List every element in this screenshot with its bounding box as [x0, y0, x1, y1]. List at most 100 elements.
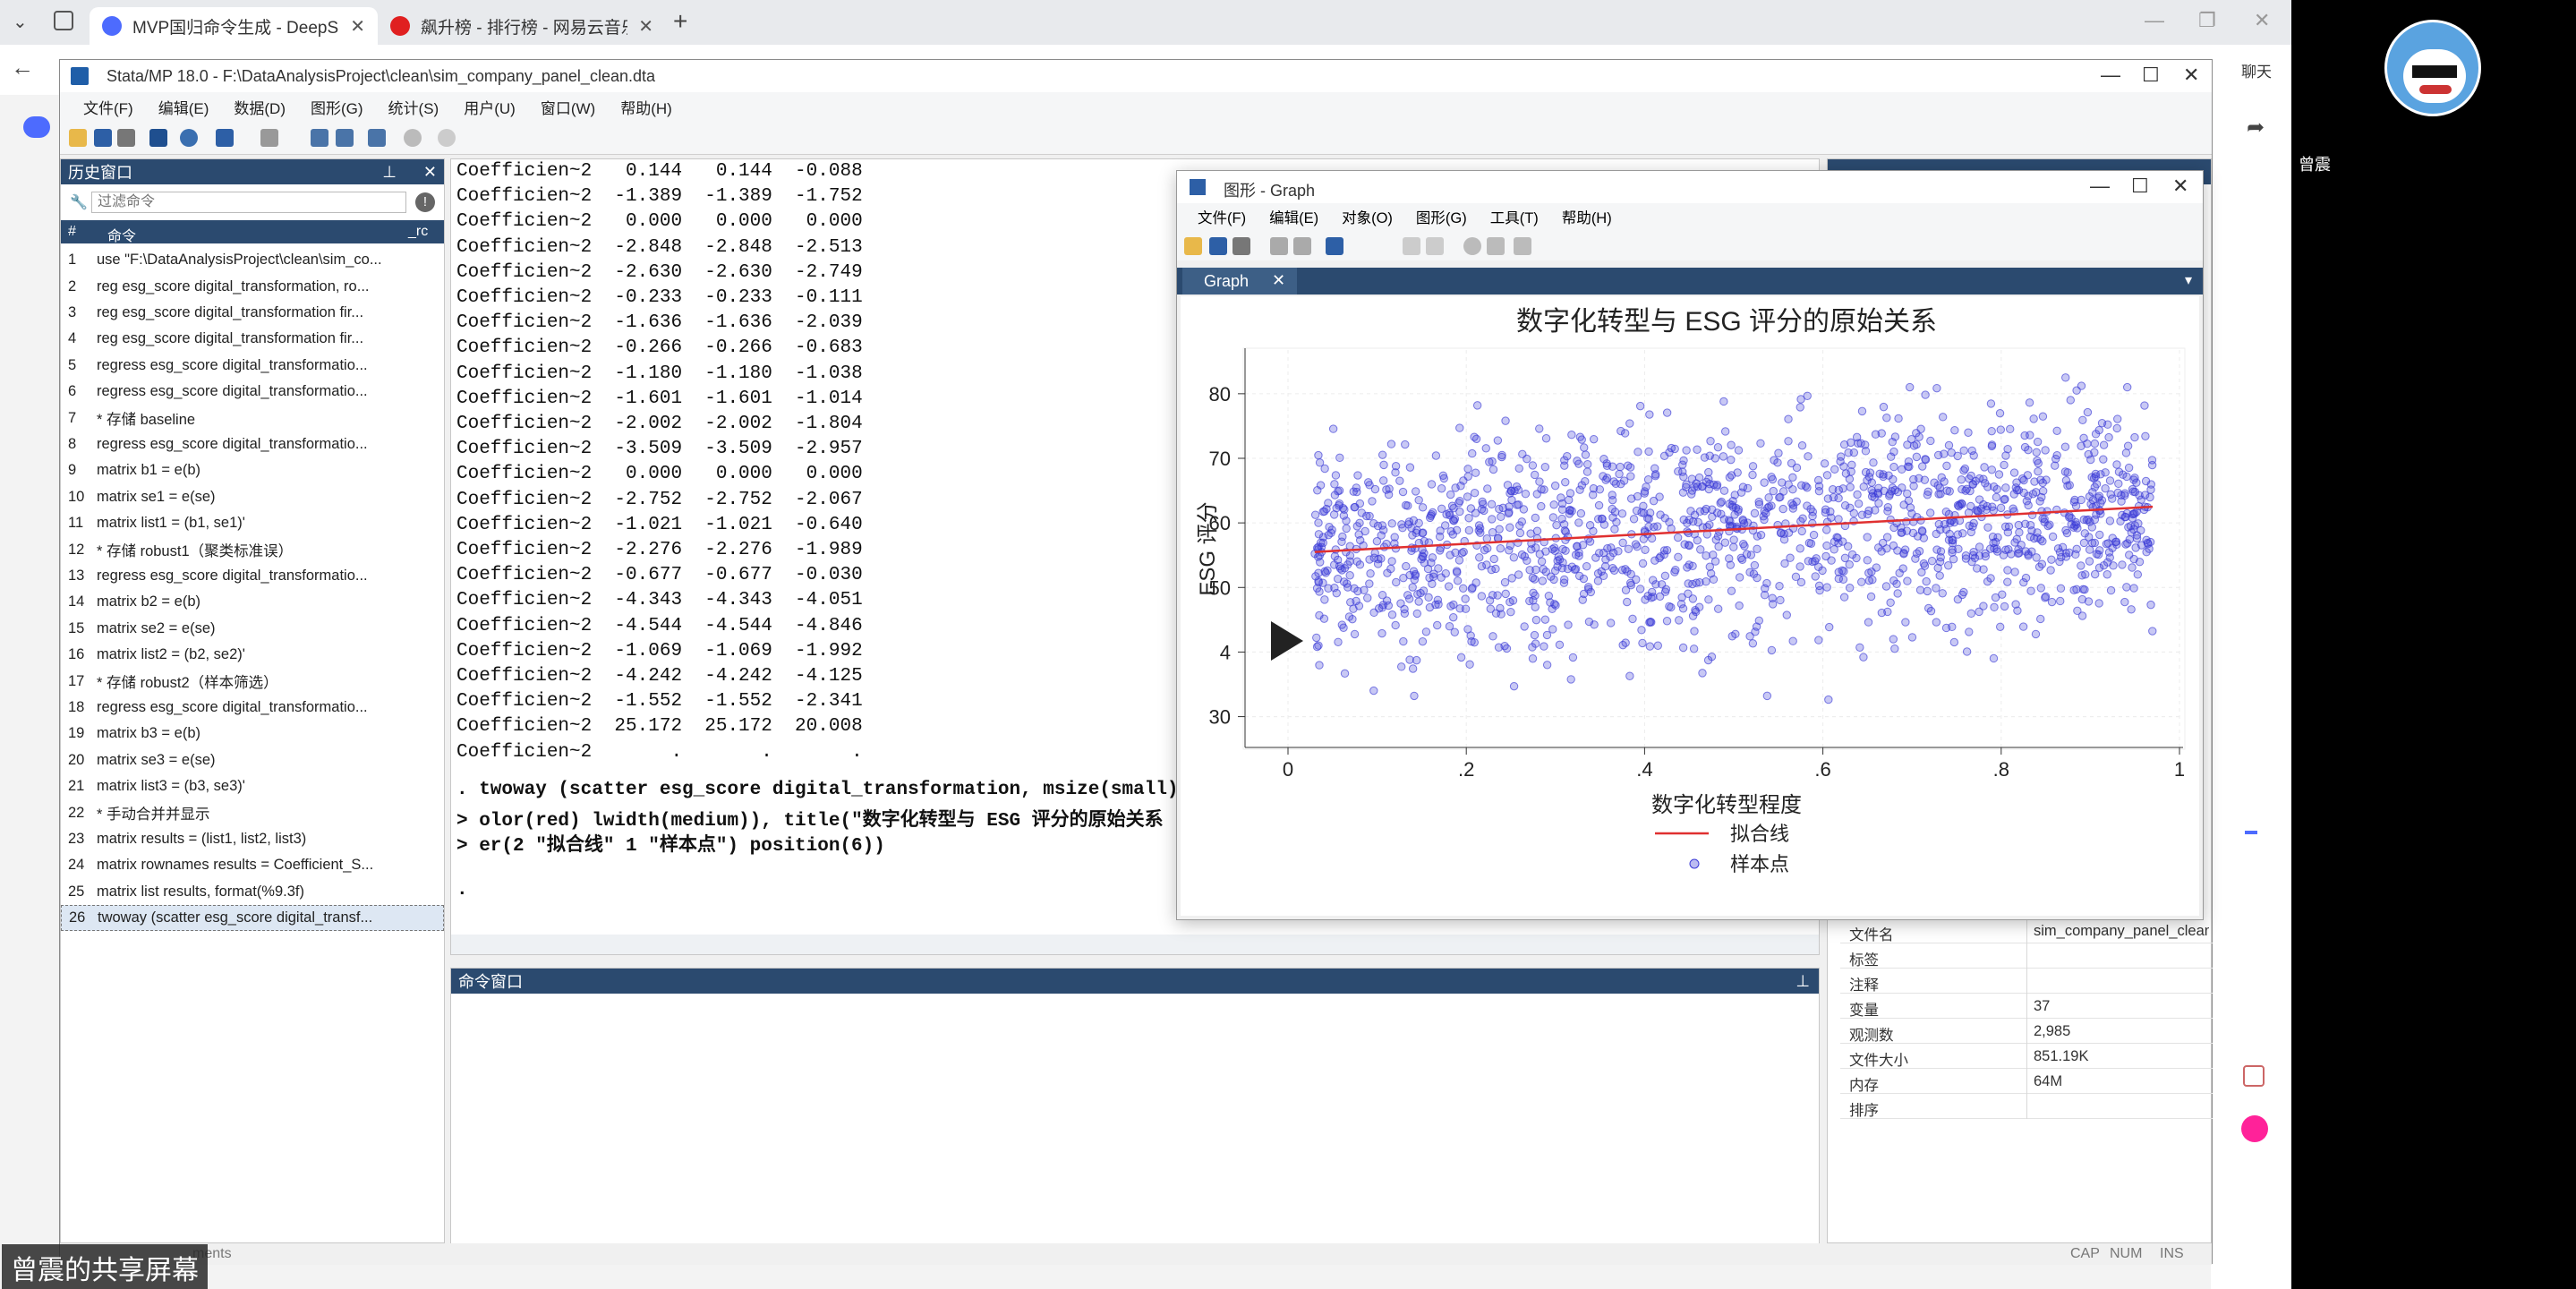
history-row[interactable]: 16 matrix list2 = (b2, se2)'	[61, 642, 444, 668]
col-number[interactable]: #	[68, 224, 76, 240]
new-tab-icon[interactable]: +	[673, 7, 687, 36]
undo-icon[interactable]	[1403, 237, 1420, 255]
viewer-icon[interactable]	[180, 129, 198, 147]
history-row[interactable]: 9 matrix b1 = e(b)	[61, 457, 444, 483]
close-icon[interactable]: ✕	[2254, 9, 2270, 32]
copy-icon[interactable]	[1270, 237, 1288, 255]
data-editor-icon[interactable]	[311, 129, 328, 147]
history-row[interactable]: 23 matrix results = (list1, list2, list3)	[61, 826, 444, 852]
graph-tab[interactable]: Graph ✕	[1182, 268, 1297, 295]
scatter-point	[1401, 440, 1410, 449]
col-command[interactable]: 命令	[107, 224, 136, 245]
tab-dropdown-icon[interactable]: ▾	[2185, 271, 2192, 289]
history-row[interactable]: 21 matrix list3 = (b3, se3)'	[61, 773, 444, 799]
do-editor-icon[interactable]	[260, 129, 278, 147]
history-row[interactable]: 18 regress esg_score digital_transformati…	[61, 695, 444, 721]
graph-menu-graph[interactable]: 图形(G)	[1404, 206, 1479, 227]
graph-menu-file[interactable]: 文件(F)	[1186, 206, 1258, 227]
break-icon[interactable]	[438, 129, 456, 147]
minimize-icon[interactable]: —	[2090, 175, 2110, 198]
history-row[interactable]: 11 matrix list1 = (b1, se1)'	[61, 510, 444, 536]
tab-list-chevron-icon[interactable]: ⌄	[13, 11, 28, 33]
close-tab-icon[interactable]: ✕	[350, 15, 365, 38]
history-row[interactable]: 12 * 存储 robust1（聚类标准误）	[61, 536, 444, 562]
print-icon[interactable]	[117, 129, 135, 147]
history-row[interactable]: 10 matrix se1 = e(se)	[61, 484, 444, 510]
history-row[interactable]: 17 * 存储 robust2（样本筛选）	[61, 668, 444, 694]
history-row[interactable]: 4 reg esg_score digital_transformation fi…	[61, 326, 444, 352]
command-input[interactable]	[451, 994, 1819, 1244]
history-row[interactable]: 14 matrix b2 = e(b)	[61, 589, 444, 615]
pane-pin-icon[interactable]: ⊥	[382, 163, 397, 182]
history-row[interactable]: 1 use "F:\DataAnalysisProject\clean\sim_c…	[61, 247, 444, 273]
history-row[interactable]: 25 matrix list results, format(%9.3f)	[61, 879, 444, 905]
data-browser-icon[interactable]	[336, 129, 354, 147]
play-icon[interactable]	[1514, 237, 1531, 255]
save-icon[interactable]	[1209, 237, 1227, 255]
history-row[interactable]: 24 matrix rownames results = Coefficient_…	[61, 852, 444, 878]
pause-icon[interactable]	[1487, 237, 1505, 255]
history-row[interactable]: 19 matrix b3 = e(b)	[61, 721, 444, 747]
avatar[interactable]	[2384, 20, 2481, 116]
menu-file[interactable]: 文件(F)	[71, 96, 146, 118]
back-icon[interactable]: ←	[11, 54, 34, 81]
maximize-icon[interactable]: ☐	[2142, 64, 2160, 87]
menu-user[interactable]: 用户(U)	[451, 96, 528, 118]
apps-icon[interactable]	[2243, 1065, 2265, 1087]
history-row[interactable]: 26 twoway (scatter esg_score digital_tran…	[61, 905, 444, 932]
rename-icon[interactable]	[1293, 237, 1311, 255]
tab-actions-icon[interactable]	[54, 11, 73, 30]
history-row[interactable]: 8 regress esg_score digital_transformatio…	[61, 431, 444, 457]
open-icon[interactable]	[1184, 237, 1202, 255]
log-icon[interactable]	[149, 129, 167, 147]
redo-icon[interactable]	[1426, 237, 1444, 255]
history-row[interactable]: 13 regress esg_score digital_transformati…	[61, 563, 444, 589]
menu-edit[interactable]: 编辑(E)	[146, 96, 222, 118]
history-row[interactable]: 6 regress esg_score digital_transformatio…	[61, 379, 444, 405]
col-rc[interactable]: _rc	[408, 224, 428, 240]
history-row[interactable]: 15 matrix se2 = e(se)	[61, 616, 444, 642]
assistant-icon[interactable]	[2241, 1115, 2268, 1142]
menu-data[interactable]: 数据(D)	[221, 96, 298, 118]
tab-netease-music[interactable]: 飙升榜 - 排行榜 - 网易云音乐 ✕	[378, 7, 666, 45]
more-icon[interactable]	[404, 129, 422, 147]
results-scrollbar[interactable]	[451, 935, 1819, 954]
close-tab-icon[interactable]: ✕	[638, 15, 653, 38]
graph-editor-icon[interactable]	[1326, 237, 1343, 255]
save-icon[interactable]	[94, 129, 112, 147]
menu-statistics[interactable]: 统计(S)	[376, 96, 452, 118]
minimize-icon[interactable]: —	[2101, 64, 2120, 87]
graph-menu-help[interactable]: 帮助(H)	[1550, 206, 1624, 227]
record-icon[interactable]	[1463, 237, 1481, 255]
history-row[interactable]: 2 reg esg_score digital_transformation, r…	[61, 273, 444, 299]
minimize-icon[interactable]: —	[2145, 9, 2164, 32]
close-icon[interactable]: ✕	[2172, 175, 2188, 198]
share-icon[interactable]: ➦	[2247, 115, 2265, 141]
graph-menu-tools[interactable]: 工具(T)	[1479, 206, 1550, 227]
menu-graphics[interactable]: 图形(G)	[298, 96, 376, 118]
history-row[interactable]: 20 matrix se3 = e(se)	[61, 747, 444, 773]
history-row[interactable]: 5 regress esg_score digital_transformatio…	[61, 353, 444, 379]
close-tab-icon[interactable]: ✕	[1272, 271, 1285, 290]
open-icon[interactable]	[69, 129, 87, 147]
menu-help[interactable]: 帮助(H)	[608, 96, 685, 118]
close-icon[interactable]: ✕	[2183, 64, 2199, 87]
play-overlay-icon[interactable]	[1271, 621, 1303, 661]
pane-close-icon[interactable]: ✕	[423, 163, 437, 182]
info-icon[interactable]: !	[415, 192, 435, 212]
chat-label[interactable]: 聊天	[2241, 59, 2272, 81]
graph-menu-object[interactable]: 对象(O)	[1330, 206, 1404, 227]
graph-menu-edit[interactable]: 编辑(E)	[1258, 206, 1330, 227]
maximize-icon[interactable]: ☐	[2131, 175, 2149, 198]
tab-deepseek[interactable]: MVP国归命令生成 - DeepSeek ✕	[90, 7, 378, 45]
graph-icon[interactable]	[216, 129, 234, 147]
pane-pin-icon[interactable]: ⊥	[1796, 972, 1810, 991]
history-row[interactable]: 3 reg esg_score digital_transformation fi…	[61, 300, 444, 326]
variables-manager-icon[interactable]	[368, 129, 386, 147]
history-row[interactable]: 22 * 手动合并并显示	[61, 799, 444, 825]
history-row[interactable]: 7 * 存储 baseline	[61, 405, 444, 431]
history-filter-input[interactable]	[91, 192, 406, 213]
print-icon[interactable]	[1233, 237, 1250, 255]
menu-window[interactable]: 窗口(W)	[528, 96, 608, 118]
restore-icon[interactable]: ❐	[2198, 9, 2216, 32]
